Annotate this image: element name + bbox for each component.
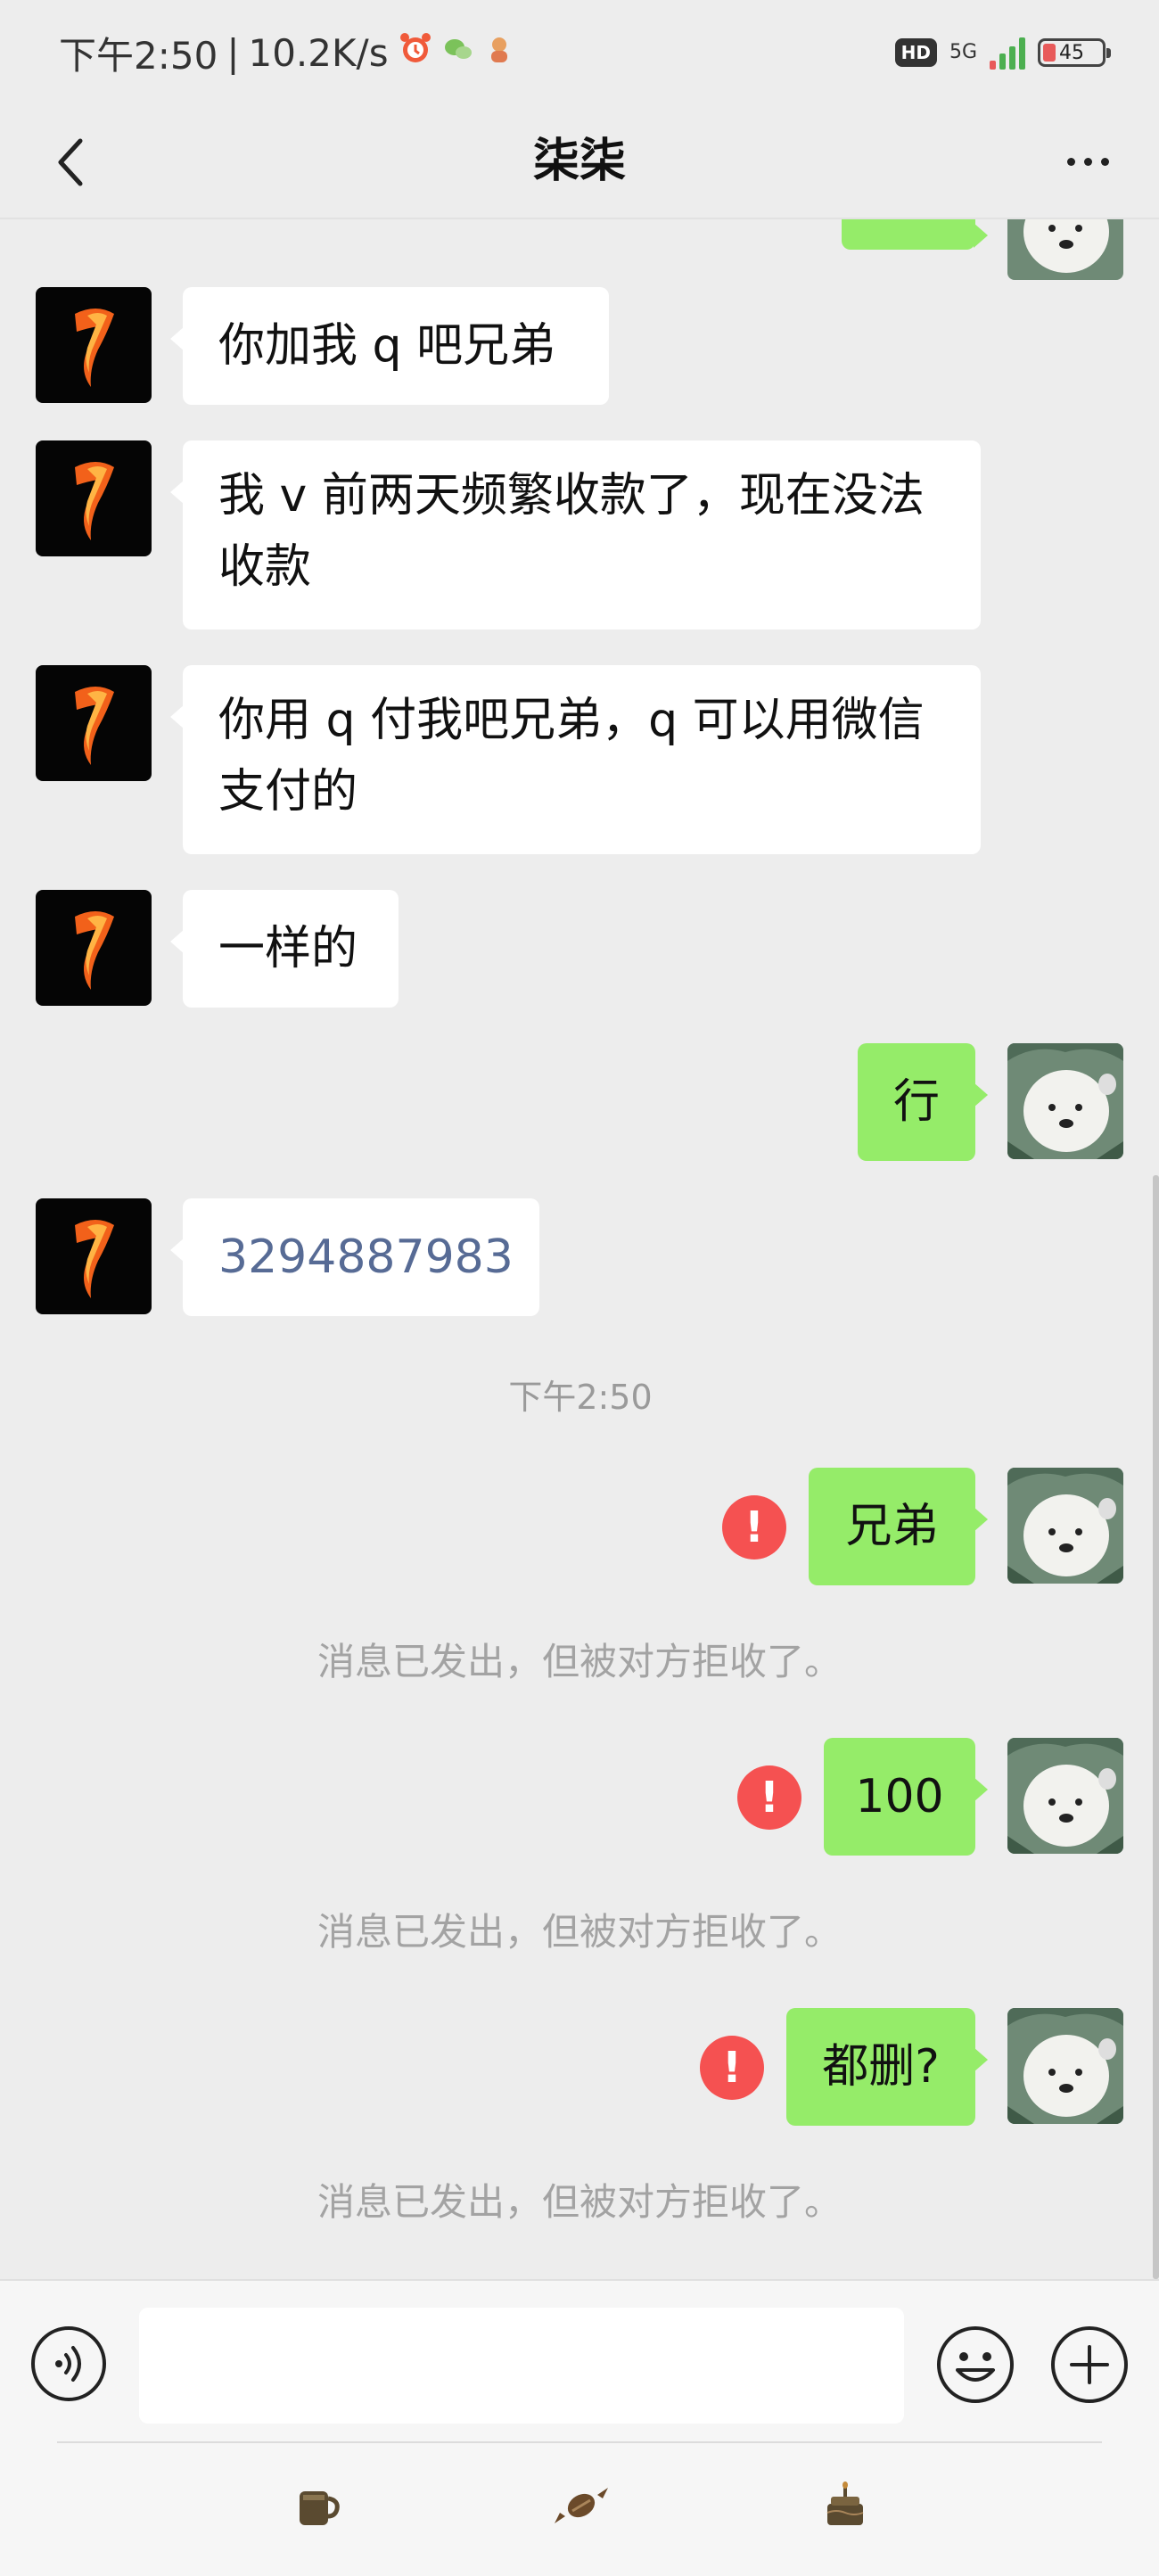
battery-icon: 45 [1038,38,1111,67]
message-text: 行 [892,1075,940,1129]
app-notification-icon [483,31,515,75]
status-bar: 下午2:50 | 10.2K/s HD 5G 45 [0,0,1159,105]
my-avatar[interactable] [1007,1468,1123,1584]
my-avatar[interactable] [1007,1043,1123,1159]
message-bubble-outgoing[interactable]: 100 [824,1738,988,1856]
message-bubble-incoming[interactable]: 我 v 前两天频繁收款了，现在没法收款 [170,440,981,630]
message-bubble-outgoing[interactable]: 都删? [786,2008,988,2126]
chat-notification-icon [442,31,474,75]
message-bubble-outgoing-partial[interactable] [842,219,988,250]
status-time: 下午2:50 [59,33,218,78]
status-bar-left: 下午2:50 | 10.2K/s [59,27,515,78]
rejected-notice: 消息已发出，但被对方拒收了。 [316,2180,842,2224]
my-avatar[interactable] [1007,1738,1123,1854]
message-text: 你用 q 付我吧兄弟，q 可以用微信支付的 [218,694,925,819]
candy-icon[interactable] [546,2470,617,2541]
cake-icon[interactable] [810,2470,881,2541]
message-bubble-incoming[interactable]: 一样的 [170,890,399,1008]
message-text: 100 [855,1770,944,1823]
chat-title: 柒柒 [532,135,626,188]
rejected-notice: 消息已发出，但被对方拒收了。 [316,1910,842,1954]
message-bubble-incoming[interactable]: 你加我 q 吧兄弟 [170,287,609,405]
contact-avatar[interactable] [36,287,152,403]
my-avatar[interactable] [1007,2008,1123,2124]
coffee-icon[interactable] [282,2470,353,2541]
contact-avatar[interactable] [36,1198,152,1314]
message-bubble-incoming[interactable]: 你用 q 付我吧兄弟，q 可以用微信支付的 [170,665,981,854]
input-bar [0,2279,1159,2576]
message-bubble-outgoing[interactable]: 行 [858,1043,988,1161]
message-text: 都删? [822,2040,940,2094]
network-type: 5G [949,41,977,63]
status-separator: | [226,30,240,75]
timestamp: 下午2:50 [508,1378,653,1417]
chat-header: 柒柒 [0,105,1159,219]
contact-avatar[interactable] [36,665,152,781]
alarm-icon [398,30,433,75]
message-text: 一样的 [218,922,358,975]
contact-avatar[interactable] [36,890,152,1006]
gift-row [0,2459,1159,2566]
message-bubble-outgoing[interactable]: 兄弟 [809,1468,988,1585]
message-list[interactable]: 你加我 q 吧兄弟 我 v 前两天频繁收款了，现在没法收款 你用 q 付我吧兄弟… [0,219,1159,2279]
my-avatar[interactable] [1007,219,1123,280]
battery-level: 45 [1059,41,1084,64]
message-text: 兄弟 [845,1500,939,1553]
plus-icon[interactable] [1048,2324,1130,2406]
message-text: 你加我 q 吧兄弟 [218,319,556,373]
more-options-icon[interactable] [1048,130,1127,193]
send-failed-icon[interactable]: ! [700,2036,764,2100]
send-failed-icon[interactable]: ! [737,1765,801,1830]
message-input[interactable] [139,2308,904,2424]
scrollbar[interactable] [1153,1175,1159,2279]
hd-badge: HD [894,38,937,67]
send-failed-icon[interactable]: ! [722,1495,786,1560]
status-bar-right: HD 5G 45 [894,30,1111,75]
divider [57,2441,1102,2443]
message-text: 我 v 前两天频繁收款了，现在没法收款 [218,469,925,594]
status-speed: 10.2K/s [248,30,389,75]
rejected-notice: 消息已发出，但被对方拒收了。 [316,1640,842,1683]
signal-icon [990,36,1025,70]
phone-number-link[interactable]: 3294887983 [218,1222,514,1293]
voice-input-icon[interactable] [29,2324,109,2404]
contact-avatar[interactable] [36,440,152,556]
message-bubble-incoming[interactable]: 3294887983 [170,1198,539,1316]
emoji-icon[interactable] [934,2324,1016,2406]
